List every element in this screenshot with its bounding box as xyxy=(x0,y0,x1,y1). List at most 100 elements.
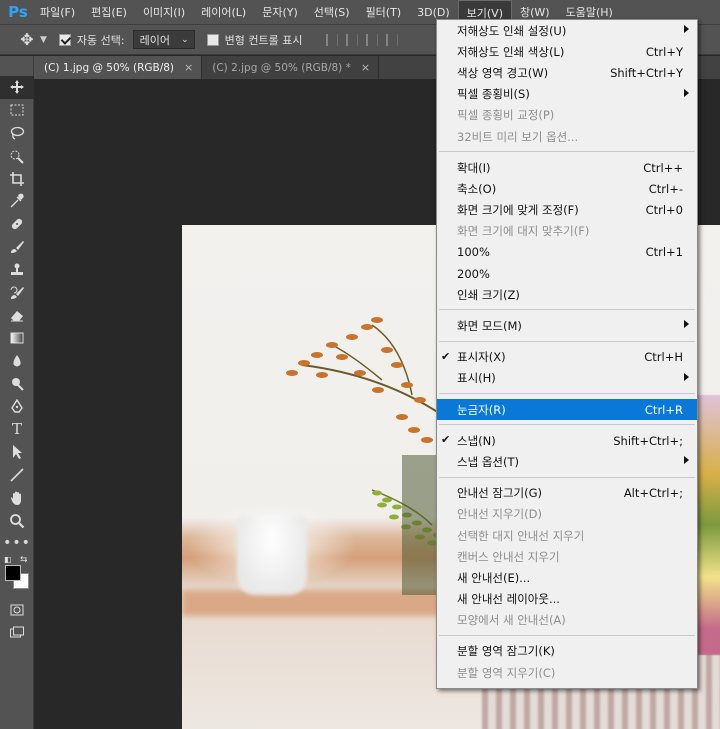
auto-select-checkbox[interactable] xyxy=(58,33,71,46)
menu-type[interactable]: 문자(Y) xyxy=(254,0,306,24)
view-menu-item[interactable]: 픽셀 종횡비(S) xyxy=(437,84,697,105)
menu-item-label: 픽셀 종횡비(S) xyxy=(457,87,530,102)
auto-select-dropdown[interactable]: 레이어 ⌄ xyxy=(132,30,195,49)
color-swatches: ◧ ⇆ xyxy=(0,555,33,599)
view-menu-item[interactable]: 저해상도 인쇄 색상(L) Ctrl+Y xyxy=(437,41,697,62)
marquee-icon[interactable] xyxy=(0,99,34,122)
menu-separator xyxy=(439,309,695,311)
history-brush-icon[interactable] xyxy=(0,281,34,304)
menu-item-label: 스냅(N) xyxy=(457,433,496,448)
menu-separator xyxy=(439,424,695,426)
hand-icon[interactable] xyxy=(0,486,34,509)
stamp-icon[interactable] xyxy=(0,258,34,281)
align-bottom-icon[interactable] xyxy=(366,33,379,46)
menu-item-label: 화면 크기에 맞게 조정(F) xyxy=(457,203,579,218)
view-menu-item[interactable]: 눈금자(R) Ctrl+R xyxy=(437,399,697,421)
eraser-icon[interactable] xyxy=(0,304,34,327)
more-icon[interactable]: ••• xyxy=(0,532,34,555)
view-menu-item: 화면 크기에 대지 맞추기(F) xyxy=(437,221,697,242)
tab-label: (C) 2.jpg @ 50% (RGB/8) * xyxy=(212,61,351,74)
move-tool-preset-icon[interactable]: ✥ xyxy=(14,30,40,49)
eyedropper-icon[interactable] xyxy=(0,190,34,213)
menu-item-label: 200% xyxy=(457,266,490,281)
menu-filter[interactable]: 필터(T) xyxy=(358,0,410,24)
align-buttons xyxy=(326,33,399,46)
menu-item-shortcut: Shift+Ctrl+Y xyxy=(610,65,683,80)
tab-document-2[interactable]: (C) 2.jpg @ 50% (RGB/8) * × xyxy=(202,56,380,79)
menu-item-label: 스냅 옵션(T) xyxy=(457,454,519,469)
submenu-arrow-icon xyxy=(684,25,689,33)
type-icon[interactable]: T xyxy=(0,418,34,441)
tab-label: (C) 1.jpg @ 50% (RGB/8) xyxy=(44,61,175,74)
menu-item-shortcut: Ctrl+R xyxy=(644,402,683,417)
menu-separator xyxy=(439,340,695,342)
align-middle-icon[interactable] xyxy=(346,33,359,46)
checkmark-icon: ✔ xyxy=(441,349,451,363)
default-colors-icon[interactable]: ◧ xyxy=(4,555,12,564)
view-menu-item[interactable]: 표시(H) xyxy=(437,368,697,389)
menu-item-label: 화면 모드(M) xyxy=(457,319,522,334)
brush-icon[interactable] xyxy=(0,236,34,259)
view-menu-item: 32비트 미리 보기 옵션... xyxy=(437,126,697,147)
pen-icon[interactable] xyxy=(0,395,34,418)
close-icon[interactable]: × xyxy=(184,61,193,74)
swap-colors-icon[interactable]: ⇆ xyxy=(20,555,28,565)
view-menu-item[interactable]: 200% xyxy=(437,263,697,284)
chevron-down-icon[interactable]: ▼ xyxy=(40,35,47,45)
dodge-icon[interactable] xyxy=(0,372,34,395)
menu-item-label: 표시(H) xyxy=(457,371,496,386)
transform-controls-checkbox[interactable] xyxy=(206,33,219,46)
healing-icon[interactable] xyxy=(0,213,34,236)
view-menu-item[interactable]: 100% Ctrl+1 xyxy=(437,242,697,263)
menu-item-label: 확대(I) xyxy=(457,160,491,175)
line-icon[interactable] xyxy=(0,464,34,487)
view-menu-item[interactable]: 분할 영역 잠그기(K) xyxy=(437,641,697,662)
crop-icon[interactable] xyxy=(0,167,34,190)
view-menu-item[interactable]: 안내선 잠그기(G) Alt+Ctrl+; xyxy=(437,483,697,504)
align-left-icon[interactable] xyxy=(386,33,399,46)
photoshop-window: Ps 파일(F) 편집(E) 이미지(I) 레이어(L) 문자(Y) 선택(S)… xyxy=(0,0,720,729)
quick-select-icon[interactable] xyxy=(0,144,34,167)
view-menu-item[interactable]: 저해상도 인쇄 설정(U) xyxy=(437,20,697,41)
view-menu-item[interactable]: 화면 크기에 맞게 조정(F) Ctrl+0 xyxy=(437,200,697,221)
view-menu-item[interactable]: 새 안내선(E)... xyxy=(437,567,697,588)
toolbar-grip[interactable] xyxy=(0,56,33,76)
auto-select-label: 자동 선택: xyxy=(76,33,125,47)
foreground-color-swatch[interactable] xyxy=(5,564,21,581)
menu-item-shortcut: Shift+Ctrl+; xyxy=(613,433,683,448)
view-menu-item[interactable]: ✔ 스냅(N) Shift+Ctrl+; xyxy=(437,430,697,451)
menu-edit[interactable]: 편집(E) xyxy=(83,0,135,24)
menu-item-label: 눈금자(R) xyxy=(457,402,506,417)
menu-item-label: 안내선 잠그기(G) xyxy=(457,486,543,501)
view-menu-item[interactable]: 새 안내선 레이아웃... xyxy=(437,589,697,610)
view-menu-item[interactable]: 확대(I) Ctrl++ xyxy=(437,157,697,178)
view-menu-item[interactable]: ✔ 표시자(X) Ctrl+H xyxy=(437,347,697,368)
view-menu-item[interactable]: 인쇄 크기(Z) xyxy=(437,284,697,305)
menu-image[interactable]: 이미지(I) xyxy=(135,0,193,24)
menu-separator xyxy=(439,634,695,636)
quick-mask-icon[interactable] xyxy=(0,599,34,622)
blur-icon[interactable] xyxy=(0,350,34,373)
menu-layer[interactable]: 레이어(L) xyxy=(193,0,254,24)
screen-mode-icon[interactable] xyxy=(0,622,34,645)
view-menu-item[interactable]: 스냅 옵션(T) xyxy=(437,451,697,472)
view-menu-item[interactable]: 색상 영역 경고(W) Shift+Ctrl+Y xyxy=(437,62,697,83)
move-icon[interactable] xyxy=(0,76,34,99)
close-icon[interactable]: × xyxy=(361,61,370,74)
view-menu-item[interactable]: 축소(O) Ctrl+- xyxy=(437,178,697,199)
lasso-icon[interactable] xyxy=(0,122,34,145)
menu-item-shortcut: Ctrl+1 xyxy=(645,245,683,260)
menu-item-label: 100% xyxy=(457,245,490,260)
menu-item-label: 새 안내선 레이아웃... xyxy=(457,592,560,607)
gradient-icon[interactable] xyxy=(0,327,34,350)
path-select-icon[interactable] xyxy=(0,441,34,464)
menu-file[interactable]: 파일(F) xyxy=(32,0,83,24)
menu-select[interactable]: 선택(S) xyxy=(306,0,358,24)
submenu-arrow-icon xyxy=(684,88,689,97)
menu-separator xyxy=(439,476,695,478)
align-top-icon[interactable] xyxy=(326,33,339,46)
view-menu-item[interactable]: 화면 모드(M) xyxy=(437,315,697,336)
tab-document-1[interactable]: (C) 1.jpg @ 50% (RGB/8) × xyxy=(34,56,203,79)
zoom-icon[interactable] xyxy=(0,509,34,532)
view-menu-item: 안내선 지우기(D) xyxy=(437,504,697,525)
